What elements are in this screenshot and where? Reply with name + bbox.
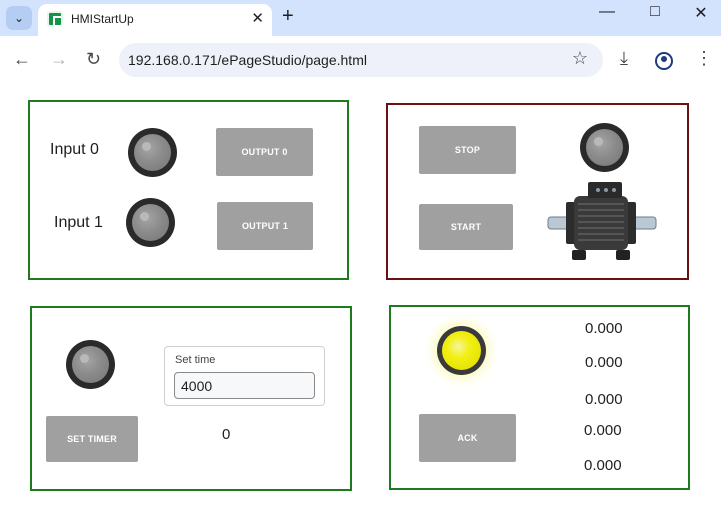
output-1-button[interactable]: OUTPUT 1 bbox=[217, 202, 313, 250]
stop-button[interactable]: STOP bbox=[419, 126, 516, 174]
chevron-down-icon[interactable]: ⌄ bbox=[6, 6, 32, 30]
star-icon[interactable]: ☆ bbox=[572, 48, 588, 69]
reload-icon[interactable]: ↻ bbox=[86, 49, 101, 70]
close-icon[interactable]: ✕ bbox=[251, 9, 264, 27]
favicon-icon bbox=[47, 11, 63, 27]
value-readout-4: 0.000 bbox=[584, 422, 622, 439]
toolbar: ← → ↻ 192.168.0.171/ePageStudio/page.htm… bbox=[0, 36, 721, 84]
ack-panel bbox=[389, 305, 690, 490]
address-bar[interactable]: 192.168.0.171/ePageStudio/page.html ☆ bbox=[119, 43, 603, 77]
input-0-label: Input 0 bbox=[50, 141, 99, 158]
download-icon[interactable]: ⤓ bbox=[620, 48, 628, 69]
start-button[interactable]: START bbox=[419, 204, 513, 250]
io-panel bbox=[28, 100, 349, 280]
minimize-icon[interactable]: — bbox=[592, 3, 622, 21]
set-time-caption: Set time bbox=[175, 354, 216, 366]
kebab-menu-icon[interactable]: ⋮ bbox=[695, 48, 713, 69]
output-0-button[interactable]: OUTPUT 0 bbox=[216, 128, 313, 176]
tab-title: HMIStartUp bbox=[71, 12, 134, 26]
input-0-indicator bbox=[128, 128, 177, 177]
ack-button[interactable]: ACK bbox=[419, 414, 516, 462]
timer-readout: 0 bbox=[222, 426, 231, 443]
set-timer-button[interactable]: SET TIMER bbox=[46, 416, 138, 462]
input-1-indicator bbox=[126, 198, 175, 247]
value-readout-1: 0.000 bbox=[585, 320, 623, 337]
maximize-icon[interactable]: □ bbox=[640, 3, 670, 21]
tab-strip: ⌄ HMIStartUp ✕ + — □ ✕ bbox=[0, 0, 721, 36]
arrow-left-icon[interactable]: ← bbox=[13, 49, 31, 70]
browser-tab[interactable]: HMIStartUp ✕ bbox=[38, 4, 272, 36]
plus-icon[interactable]: + bbox=[282, 5, 294, 28]
motor-icon bbox=[547, 182, 657, 260]
input-1-label: Input 1 bbox=[54, 214, 103, 231]
url-text[interactable]: 192.168.0.171/ePageStudio/page.html bbox=[128, 52, 367, 68]
profile-icon[interactable] bbox=[655, 52, 673, 70]
value-readout-3: 0.000 bbox=[585, 391, 623, 408]
arrow-right-icon[interactable]: → bbox=[50, 49, 68, 70]
motor-status-indicator bbox=[580, 123, 629, 172]
window-close-icon[interactable]: ✕ bbox=[686, 3, 716, 23]
timer-indicator bbox=[66, 340, 115, 389]
value-readout-5: 0.000 bbox=[584, 457, 622, 474]
value-readout-2: 0.000 bbox=[585, 354, 623, 371]
alarm-lamp bbox=[437, 326, 486, 375]
set-time-group: Set time bbox=[164, 346, 325, 406]
set-time-input[interactable] bbox=[174, 372, 315, 399]
